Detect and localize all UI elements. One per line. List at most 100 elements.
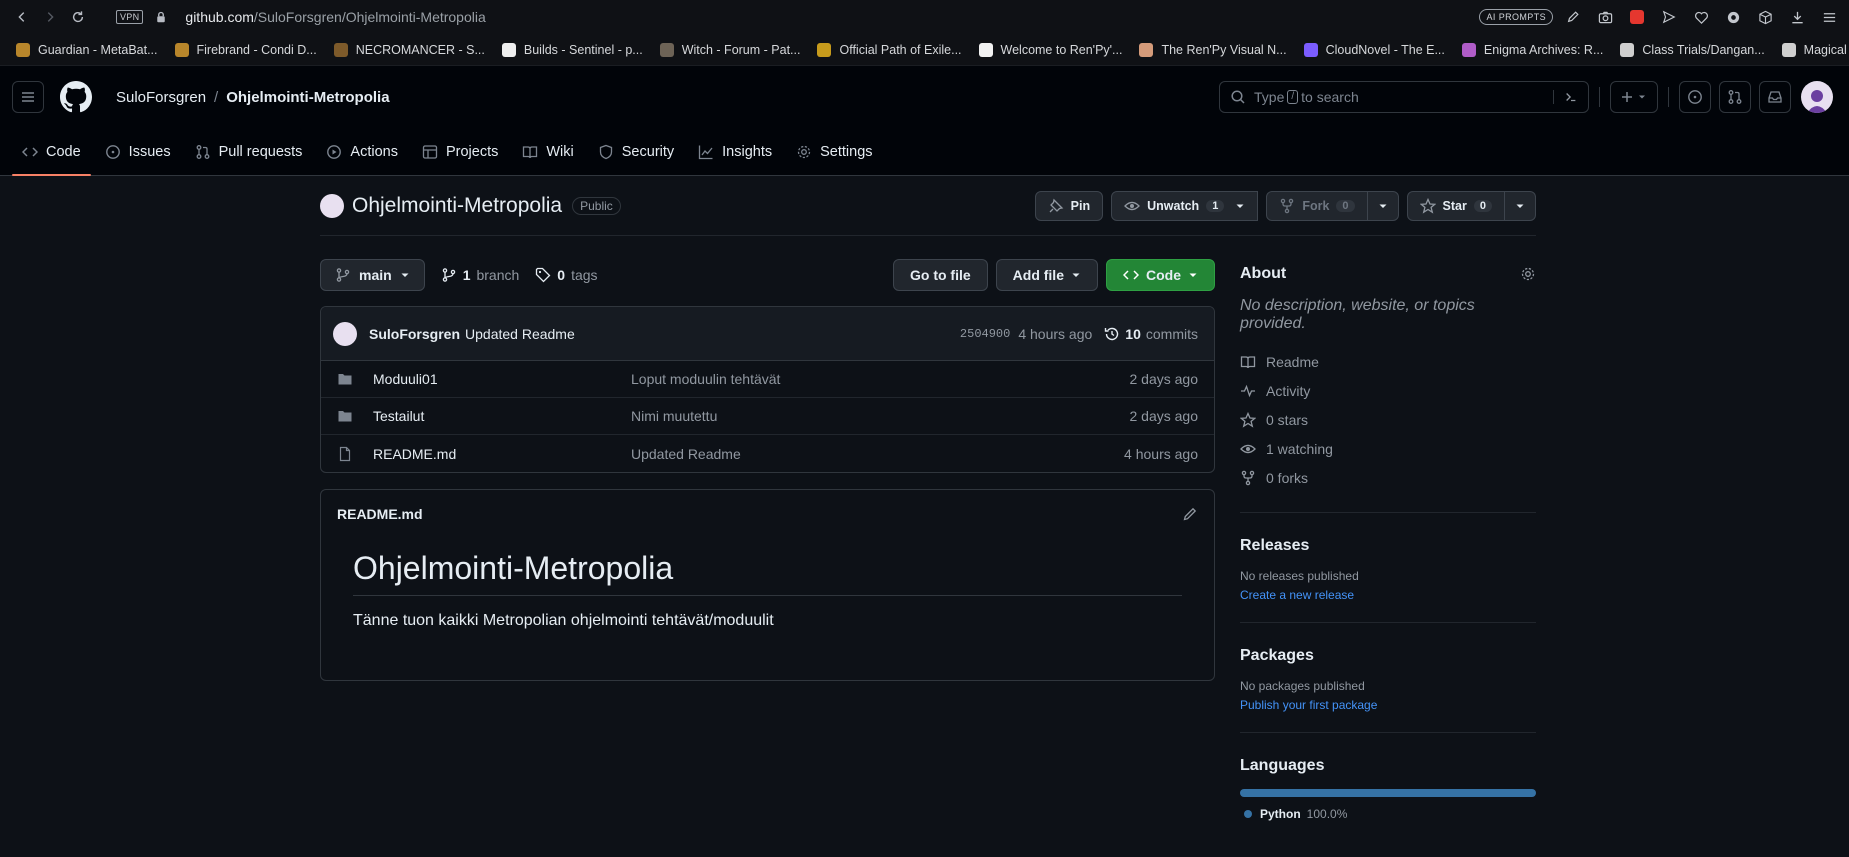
star-button[interactable]: Star 0 [1406,190,1505,221]
readme-filename[interactable]: README.md [337,506,423,522]
send-icon[interactable] [1657,5,1681,29]
about-item[interactable]: 1 watching [1240,434,1536,463]
chevron-down-icon [1379,204,1387,208]
tab-pull-requests[interactable]: Pull requests [185,128,313,175]
heart-icon[interactable] [1689,5,1713,29]
publish-package-link[interactable]: Publish your first package [1240,698,1536,712]
tab-code[interactable]: Code [12,128,91,176]
about-item[interactable]: 0 forks [1240,463,1536,492]
pin-button[interactable]: Pin [1034,190,1104,221]
cube-icon[interactable] [1753,5,1777,29]
bookmark-item[interactable]: Builds - Sentinel - p... [494,42,652,57]
forward-icon[interactable] [36,3,64,31]
branch-select-button[interactable]: main [320,259,425,291]
tab-actions[interactable]: Actions [316,128,408,175]
tab-wiki[interactable]: Wiki [512,128,583,175]
bookmark-item[interactable]: Firebrand - Condi D... [167,42,326,57]
bookmark-item[interactable]: Enigma Archives: R... [1454,42,1613,57]
pulse-icon [1241,384,1255,397]
bookmark-item[interactable]: Guardian - MetaBat... [8,42,167,57]
bookmark-label: Witch - Forum - Pat... [681,42,801,57]
code-button[interactable]: Code [1106,259,1215,291]
ai-prompts-button[interactable]: AI PROMPTS [1479,9,1553,25]
repo-owner-avatar[interactable] [320,193,344,218]
bookmark-item[interactable]: Class Trials/Dangan... [1612,42,1773,57]
releases-section: Releases No releases published Create a … [1240,512,1536,602]
releases-title[interactable]: Releases [1240,537,1536,555]
commits-link[interactable]: 10 commits [1104,326,1198,342]
bookmark-favicon-icon [978,42,993,57]
commit-sha[interactable]: 2504900 [960,327,1010,341]
file-row[interactable]: README.md Updated Readme 4 hours ago [321,435,1214,472]
tags-link[interactable]: 0 tags [535,267,598,283]
about-item-label: Activity [1266,382,1311,399]
file-icon [337,446,353,462]
menu-icon[interactable] [1817,5,1841,29]
hamburger-menu-button[interactable] [12,81,44,113]
breadcrumb-owner[interactable]: SuloForsgren [116,89,206,106]
bookmark-item[interactable]: CloudNovel - The E... [1296,42,1454,57]
vpn-badge[interactable]: VPN [116,10,144,24]
edit-icon[interactable] [1561,5,1585,29]
file-name[interactable]: Testailut [373,408,631,424]
file-row[interactable]: Testailut Nimi muutettu 2 days ago [321,398,1214,435]
fork-dropdown-button[interactable] [1367,190,1399,221]
bookmark-item[interactable]: Witch - Forum - Pat... [652,42,810,57]
lock-icon[interactable] [155,11,167,23]
bookmark-label: Builds - Sentinel - p... [523,42,643,57]
issues-icon-button[interactable] [1679,81,1711,113]
about-item[interactable]: 0 stars [1240,405,1536,434]
packages-title[interactable]: Packages [1240,647,1536,665]
unwatch-button[interactable]: Unwatch 1 [1111,190,1259,221]
file-commit-message[interactable]: Nimi muutettu [631,408,1130,424]
gear-icon[interactable] [1520,266,1536,282]
bookmark-item[interactable]: Magical Girl Miracle... [1774,42,1849,57]
file-commit-message[interactable]: Updated Readme [631,446,1124,462]
star-dropdown-button[interactable] [1505,190,1536,221]
camera-icon[interactable] [1593,5,1617,29]
tab-issues[interactable]: Issues [95,128,181,175]
branches-link[interactable]: 1 branch [441,267,519,283]
create-new-button[interactable] [1610,81,1658,113]
go-to-file-button[interactable]: Go to file [892,259,988,291]
commit-author-avatar[interactable] [333,321,357,346]
adblock-shield-icon[interactable] [1625,5,1649,29]
fork-button[interactable]: Fork 0 [1266,190,1368,221]
search-input[interactable]: Type / to search [1219,81,1589,113]
about-item[interactable]: Readme [1240,347,1536,376]
inbox-icon-button[interactable] [1759,81,1791,113]
address-bar[interactable]: github.com/SuloForsgren/Ohjelmointi-Metr… [185,9,485,25]
add-file-button[interactable]: Add file [995,259,1098,291]
bookmark-item[interactable]: Official Path of Exile... [809,42,970,57]
back-icon[interactable] [8,3,36,31]
commit-author[interactable]: SuloForsgren [369,326,460,342]
tab-insights[interactable]: Insights [688,128,782,175]
file-name[interactable]: README.md [373,446,631,462]
repo-title[interactable]: Ohjelmointi-Metropolia [352,194,562,218]
breadcrumb-repo[interactable]: Ohjelmointi-Metropolia [226,89,389,106]
tab-security[interactable]: Security [588,128,684,175]
bookmark-label: Welcome to Ren'Py'... [1000,42,1123,57]
pencil-icon[interactable] [1182,506,1198,522]
language-item[interactable]: Python 100.0% [1240,807,1536,821]
bookmark-item[interactable]: Welcome to Ren'Py'... [971,42,1132,57]
bookmark-item[interactable]: The Ren'Py Visual N... [1131,42,1295,57]
download-icon[interactable] [1785,5,1809,29]
commit-message[interactable]: Updated Readme [465,326,575,342]
tab-insights-label: Insights [722,143,773,160]
create-release-link[interactable]: Create a new release [1240,588,1536,602]
reload-icon[interactable] [64,3,92,31]
pull-requests-icon-button[interactable] [1719,81,1751,113]
tab-settings[interactable]: Settings [786,128,882,175]
command-palette-icon[interactable] [1553,90,1578,104]
user-avatar[interactable] [1801,81,1833,113]
tab-projects[interactable]: Projects [412,128,508,175]
github-logo-icon[interactable] [60,81,92,113]
extension-icon[interactable] [1721,5,1745,29]
about-item[interactable]: Activity [1240,376,1536,405]
bookmark-item[interactable]: NECROMANCER - S... [326,42,494,57]
file-name[interactable]: Moduuli01 [373,371,631,387]
file-row[interactable]: Moduuli01 Loput moduulin tehtävät 2 days a… [321,361,1214,398]
hamburger-icon [22,92,34,102]
file-commit-message[interactable]: Loput moduulin tehtävät [631,371,1130,387]
